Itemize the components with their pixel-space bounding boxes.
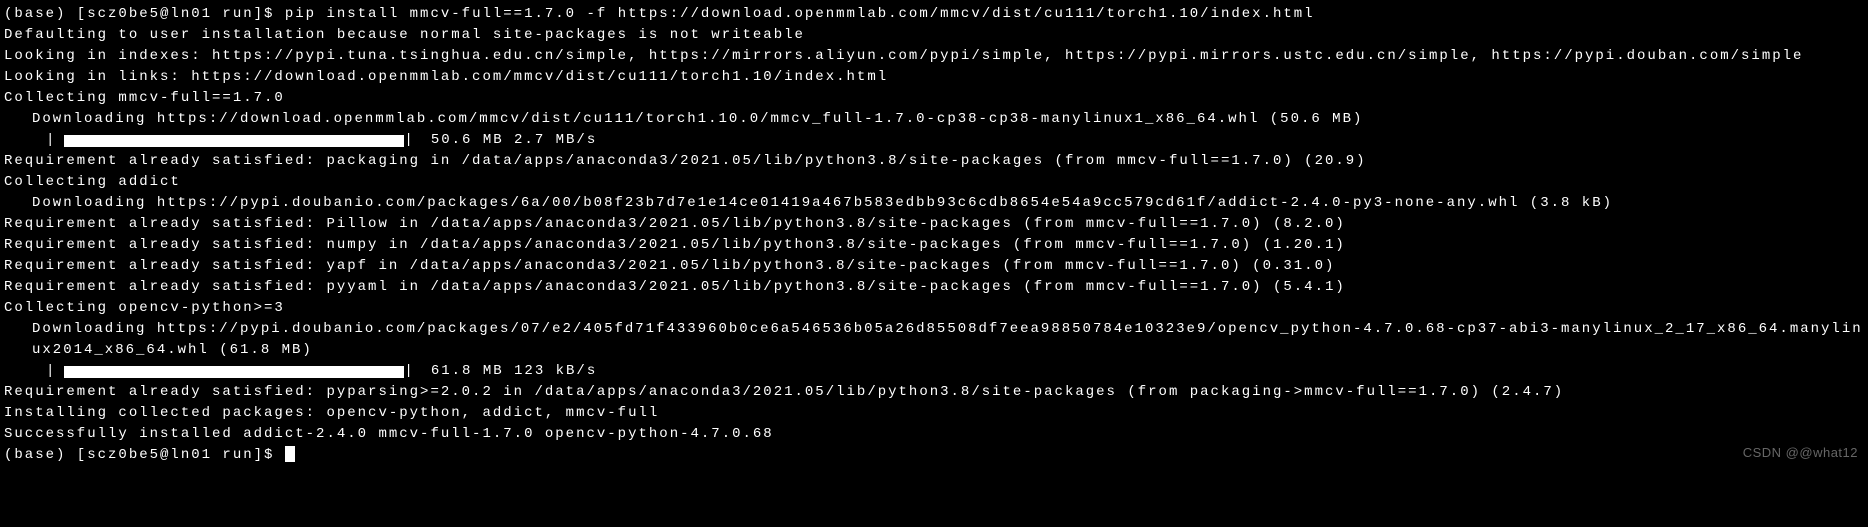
output-line: Installing collected packages: opencv-py… (4, 403, 1864, 424)
command-text: pip install mmcv-full==1.7.0 -f https://… (285, 6, 1315, 22)
prompt: (base) [scz0be5@ln01 run]$ (4, 6, 285, 22)
progress-text: 61.8 MB 123 kB/s (431, 361, 597, 382)
output-line: Requirement already satisfied: pyparsing… (4, 382, 1864, 403)
output-line: Successfully installed addict-2.4.0 mmcv… (4, 424, 1864, 445)
output-line: Requirement already satisfied: numpy in … (4, 235, 1864, 256)
output-line: Collecting mmcv-full==1.7.0 (4, 88, 1864, 109)
output-line: Defaulting to user installation because … (4, 25, 1864, 46)
progress-text: 50.6 MB 2.7 MB/s (431, 130, 597, 151)
progress-pipe: | (46, 130, 56, 151)
progress-bar-fill (64, 135, 404, 147)
progress-bar-row: | | 50.6 MB 2.7 MB/s (4, 130, 1864, 151)
progress-bar-fill (64, 366, 404, 378)
progress-pipe: | (46, 361, 56, 382)
output-line: Collecting addict (4, 172, 1864, 193)
cursor-icon (285, 446, 295, 462)
output-line: Looking in links: https://download.openm… (4, 67, 1864, 88)
output-line: Requirement already satisfied: pyyaml in… (4, 277, 1864, 298)
watermark-text: CSDN @@what12 (1743, 443, 1858, 463)
command-line: (base) [scz0be5@ln01 run]$ pip install m… (4, 4, 1864, 25)
progress-bar-row: | | 61.8 MB 123 kB/s (4, 361, 1864, 382)
output-line: Requirement already satisfied: Pillow in… (4, 214, 1864, 235)
output-line: Requirement already satisfied: packaging… (4, 151, 1864, 172)
output-line: Collecting opencv-python>=3 (4, 298, 1864, 319)
progress-pipe: | (404, 361, 414, 382)
output-line: Downloading https://pypi.doubanio.com/pa… (4, 319, 1864, 361)
output-line: Looking in indexes: https://pypi.tuna.ts… (4, 46, 1864, 67)
progress-pipe: | (404, 130, 414, 151)
final-prompt-line[interactable]: (base) [scz0be5@ln01 run]$ (4, 445, 1864, 466)
output-line: Downloading https://download.openmmlab.c… (4, 109, 1864, 130)
output-line: Requirement already satisfied: yapf in /… (4, 256, 1864, 277)
output-line: Downloading https://pypi.doubanio.com/pa… (4, 193, 1864, 214)
prompt: (base) [scz0be5@ln01 run]$ (4, 447, 285, 463)
